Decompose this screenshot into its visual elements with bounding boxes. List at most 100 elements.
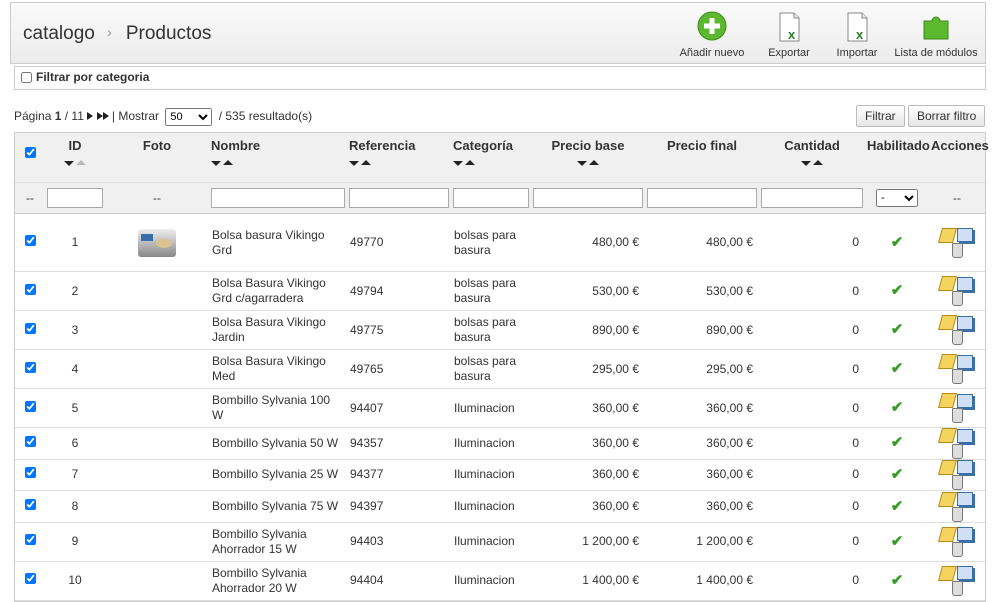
- duplicate-icon[interactable]: [956, 228, 973, 242]
- enabled-check-icon[interactable]: ✔: [891, 282, 904, 299]
- breadcrumb-root[interactable]: catalogo: [23, 23, 95, 44]
- module-list-button[interactable]: Lista de módulos: [891, 11, 981, 59]
- duplicate-icon[interactable]: [956, 428, 973, 443]
- delete-icon[interactable]: [952, 443, 963, 459]
- edit-icon[interactable]: [937, 565, 957, 581]
- duplicate-icon[interactable]: [956, 460, 973, 475]
- product-thumbnail: [138, 228, 176, 257]
- enabled-check-icon[interactable]: ✔: [891, 466, 904, 483]
- table-row[interactable]: 2 Bolsa Basura Vikingo Grd c/agarradera 49…: [15, 271, 985, 311]
- reference-sort-icon[interactable]: [349, 155, 449, 166]
- name-filter-input[interactable]: [211, 188, 345, 208]
- base-price-filter-input[interactable]: [533, 188, 643, 208]
- category-filter-checkbox[interactable]: [21, 72, 32, 83]
- edit-icon[interactable]: [937, 526, 957, 542]
- enabled-check-icon[interactable]: ✔: [891, 360, 904, 377]
- last-page-icon[interactable]: [96, 109, 109, 123]
- row-name: Bombillo Sylvania 25 W: [209, 459, 347, 492]
- row-checkbox[interactable]: [24, 499, 36, 511]
- edit-icon[interactable]: [937, 459, 957, 475]
- duplicate-icon[interactable]: [956, 527, 973, 542]
- row-checkbox[interactable]: [24, 467, 36, 479]
- id-sort-icon[interactable]: [47, 155, 103, 166]
- final-price-filter-input[interactable]: [647, 188, 757, 208]
- delete-icon[interactable]: [952, 506, 963, 522]
- table-row[interactable]: 5 Bombillo Sylvania 100 W 94407 Iluminacion…: [15, 388, 985, 428]
- row-checkbox[interactable]: [24, 573, 36, 585]
- per-page-select[interactable]: 50: [165, 108, 213, 126]
- row-final-price: 360,00 €: [645, 459, 759, 492]
- table-row[interactable]: 1 Bolsa basura Vikingo Grd 49770 bolsas par…: [15, 213, 985, 272]
- edit-icon[interactable]: [937, 276, 957, 291]
- enabled-check-icon[interactable]: ✔: [891, 533, 904, 550]
- delete-icon[interactable]: [952, 291, 963, 307]
- duplicate-icon[interactable]: [956, 566, 973, 581]
- delete-icon[interactable]: [952, 369, 963, 385]
- row-name: Bolsa Basura Vikingo Med: [209, 349, 347, 389]
- edit-icon[interactable]: [937, 315, 957, 330]
- duplicate-icon[interactable]: [956, 354, 973, 369]
- table-row[interactable]: 10 Bombillo Sylvania Ahorrador 20 W 94404 I…: [15, 561, 985, 601]
- delete-icon[interactable]: [952, 581, 963, 597]
- import-button[interactable]: x Importar: [829, 11, 885, 59]
- delete-icon[interactable]: [952, 408, 963, 424]
- filter-button[interactable]: Filtrar: [856, 105, 905, 127]
- row-checkbox[interactable]: [24, 361, 36, 373]
- edit-icon[interactable]: [937, 491, 957, 507]
- select-all-checkbox[interactable]: [24, 147, 36, 158]
- enabled-check-icon[interactable]: ✔: [891, 498, 904, 515]
- current-page: 1: [54, 109, 62, 123]
- delete-icon[interactable]: [952, 542, 963, 558]
- name-sort-icon[interactable]: [211, 155, 345, 166]
- enabled-filter-select[interactable]: -: [876, 189, 918, 207]
- enabled-check-icon[interactable]: ✔: [891, 399, 904, 416]
- enabled-check-icon[interactable]: ✔: [891, 572, 904, 589]
- row-id: 1: [45, 213, 105, 272]
- row-final-price: 480,00 €: [645, 213, 759, 272]
- enabled-check-icon[interactable]: ✔: [891, 321, 904, 338]
- total-pages: / 11: [64, 109, 84, 123]
- category-sort-icon[interactable]: [453, 155, 529, 166]
- table-row[interactable]: 4 Bolsa Basura Vikingo Med 49765 bolsas par…: [15, 349, 985, 389]
- row-checkbox[interactable]: [24, 534, 36, 546]
- enabled-check-icon[interactable]: ✔: [891, 234, 904, 251]
- row-base-price: 1 200,00 €: [531, 522, 645, 562]
- row-checkbox[interactable]: [24, 435, 36, 447]
- col-enabled: Habilitado: [865, 133, 930, 183]
- edit-icon[interactable]: [937, 428, 957, 444]
- duplicate-icon[interactable]: [956, 393, 973, 408]
- base-price-sort-icon[interactable]: [533, 155, 643, 166]
- edit-icon[interactable]: [937, 393, 957, 408]
- col-quantity: Cantidad: [759, 133, 865, 183]
- add-new-button[interactable]: Añadir nuevo: [677, 11, 747, 59]
- quantity-filter-input[interactable]: [761, 188, 863, 208]
- duplicate-icon[interactable]: [956, 276, 973, 291]
- delete-icon[interactable]: [952, 475, 963, 491]
- row-checkbox[interactable]: [24, 235, 36, 246]
- row-checkbox[interactable]: [24, 283, 36, 295]
- reset-filter-button[interactable]: Borrar filtro: [908, 105, 986, 127]
- table-row[interactable]: 8 Bombillo Sylvania 75 W 94397 Iluminacion 3…: [15, 490, 985, 523]
- page-title: Productos: [125, 23, 212, 44]
- next-page-icon[interactable]: [87, 109, 94, 123]
- row-checkbox[interactable]: [24, 400, 36, 412]
- delete-icon[interactable]: [952, 242, 963, 258]
- duplicate-icon[interactable]: [956, 492, 973, 507]
- quantity-sort-icon[interactable]: [761, 155, 863, 166]
- edit-icon[interactable]: [937, 354, 957, 369]
- table-row[interactable]: 9 Bombillo Sylvania Ahorrador 15 W 94403 Il…: [15, 522, 985, 562]
- row-name: Bolsa Basura Vikingo Jardin: [209, 310, 347, 350]
- delete-icon[interactable]: [952, 330, 963, 346]
- row-category: Iluminacion: [451, 388, 531, 428]
- table-row[interactable]: 6 Bombillo Sylvania 50 W 94357 Iluminacion 3…: [15, 427, 985, 460]
- table-row[interactable]: 7 Bombillo Sylvania 25 W 94377 Iluminacion 3…: [15, 459, 985, 492]
- row-checkbox[interactable]: [24, 322, 36, 334]
- edit-icon[interactable]: [937, 227, 957, 243]
- export-button[interactable]: x Exportar: [761, 11, 817, 59]
- enabled-check-icon[interactable]: ✔: [891, 434, 904, 451]
- reference-filter-input[interactable]: [349, 188, 449, 208]
- category-filter-input[interactable]: [453, 188, 529, 208]
- id-filter-input[interactable]: [47, 188, 103, 208]
- duplicate-icon[interactable]: [956, 315, 973, 330]
- table-row[interactable]: 3 Bolsa Basura Vikingo Jardin 49775 bolsas …: [15, 310, 985, 350]
